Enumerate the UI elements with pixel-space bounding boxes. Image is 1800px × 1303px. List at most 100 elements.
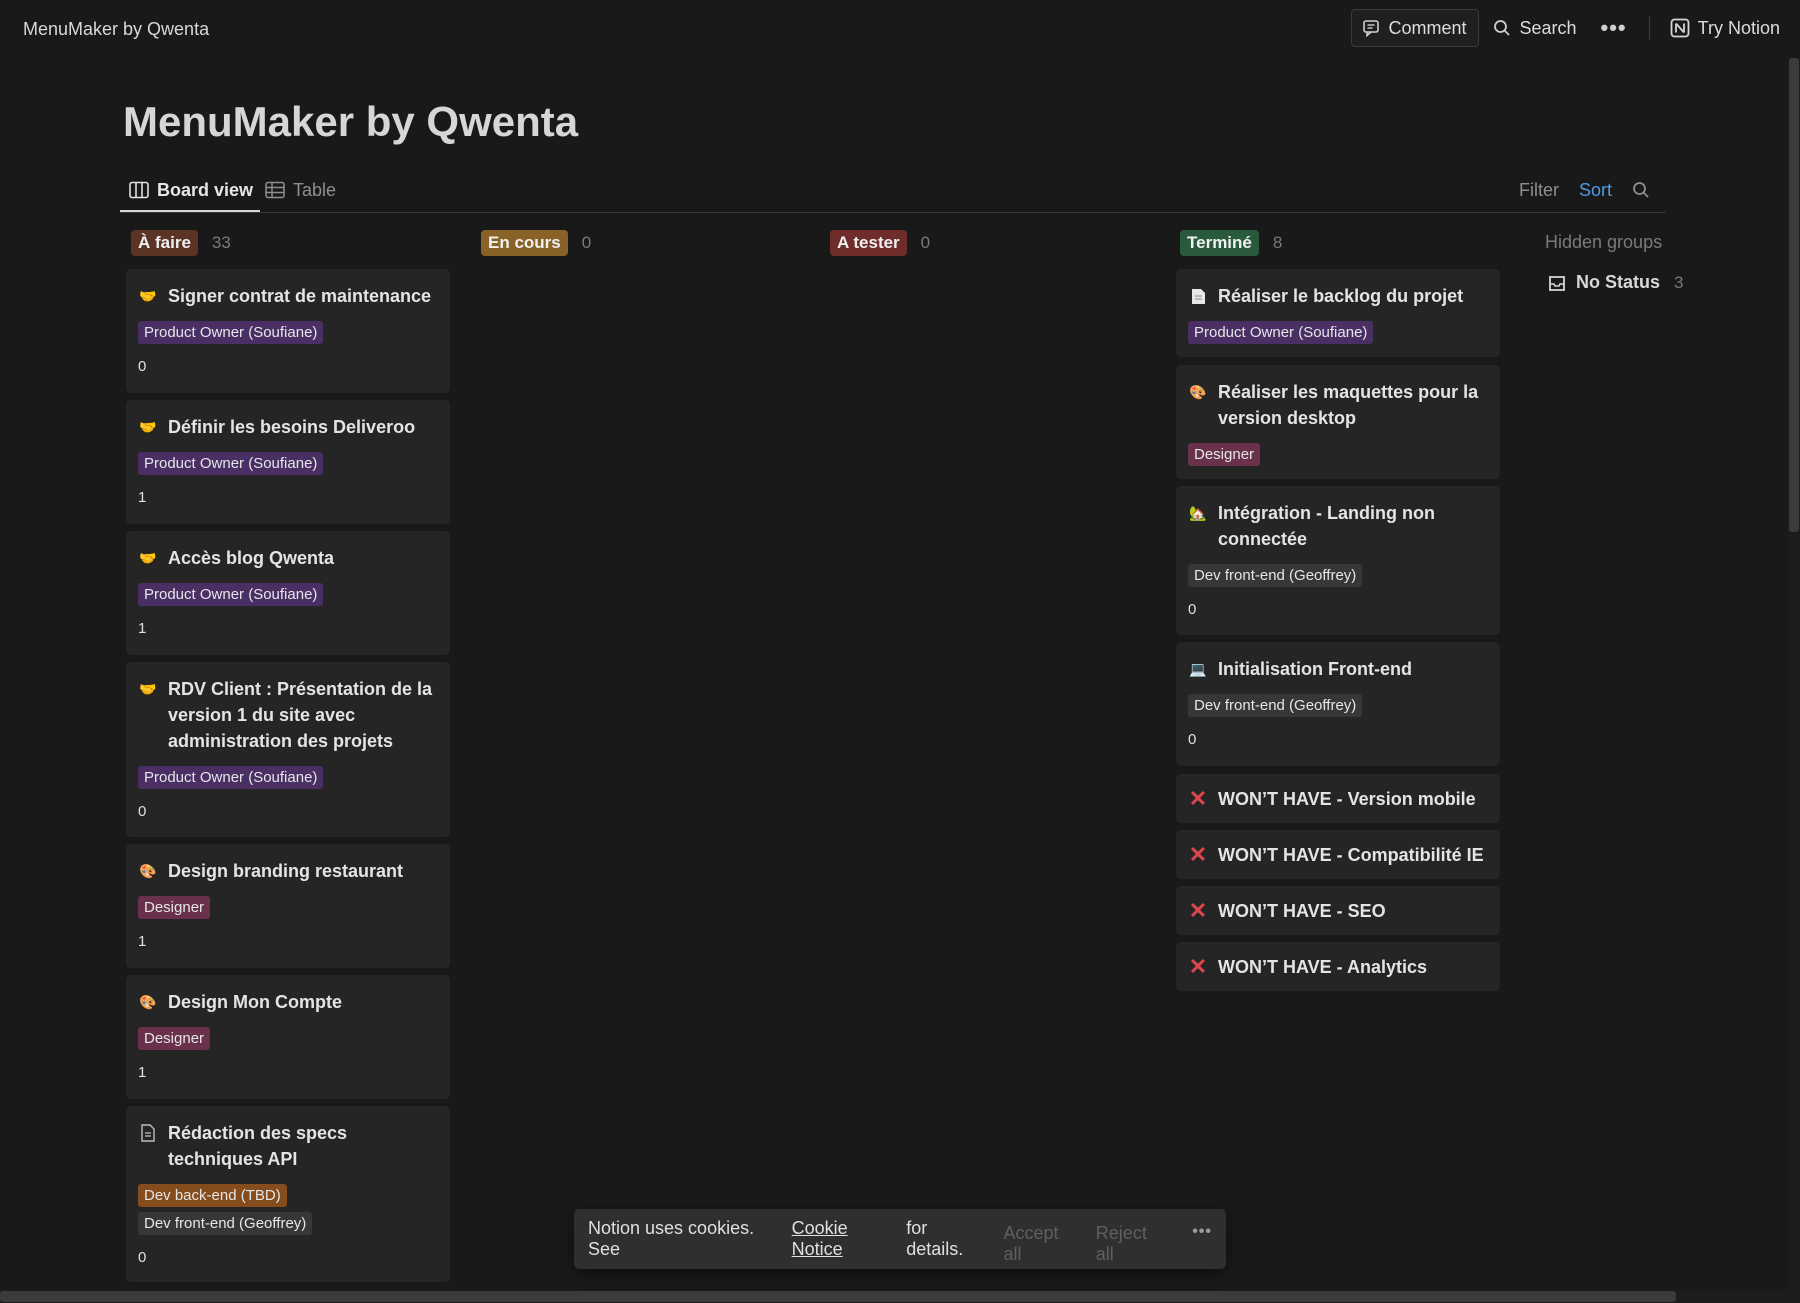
board-card[interactable]: 🎨 Réaliser les maquettes pour la version … bbox=[1176, 365, 1500, 479]
sort-button[interactable]: Sort bbox=[1579, 180, 1612, 201]
tab-table[interactable]: Table bbox=[265, 170, 336, 210]
column-count: 0 bbox=[920, 233, 931, 252]
board-card[interactable]: Rédaction des specs techniques API Dev b… bbox=[126, 1106, 450, 1282]
board-card[interactable]: 🎨 Design Mon Compte Designer 1 bbox=[126, 975, 450, 1099]
card-value: 1 bbox=[138, 933, 147, 950]
palette-icon: 🎨 bbox=[139, 994, 157, 1010]
table-icon bbox=[265, 181, 285, 199]
card-title: Réaliser le backlog du projet bbox=[1218, 286, 1464, 306]
assignee-tag: Designer bbox=[1188, 443, 1261, 466]
document-icon bbox=[138, 1120, 158, 1146]
board-card[interactable]: 🤝 Accès blog Qwenta Product Owner (Soufia… bbox=[126, 531, 450, 655]
status-badge: A tester bbox=[830, 230, 907, 256]
card-title: RDV Client : Présentation de la version … bbox=[168, 679, 433, 751]
search-icon bbox=[1494, 20, 1511, 36]
breadcrumb[interactable]: MenuMaker by Qwenta bbox=[23, 19, 209, 40]
assignee-tag: Product Owner (Soufiane) bbox=[138, 583, 324, 606]
card-value: 1 bbox=[138, 489, 147, 506]
page-title: MenuMaker by Qwenta bbox=[123, 98, 579, 145]
card-value: 0 bbox=[1188, 731, 1197, 748]
more-options-button[interactable]: ••• bbox=[1591, 15, 1637, 41]
board-card[interactable]: 🏡 Intégration - Landing non connectée Dev… bbox=[1176, 486, 1500, 635]
accept-all-button[interactable]: Accept all bbox=[1003, 1213, 1079, 1265]
board-card[interactable]: 🤝 RDV Client : Présentation de la version… bbox=[126, 662, 450, 837]
board-card[interactable]: 🤝 Signer contrat de maintenance Product O… bbox=[126, 269, 450, 393]
handshake-icon: 🤝 bbox=[139, 419, 157, 435]
assignee-tag: Product Owner (Soufiane) bbox=[1188, 321, 1374, 344]
status-badge: Terminé bbox=[1180, 230, 1259, 256]
assignee-tag: Designer bbox=[138, 1027, 211, 1050]
view-tabs-bar: Board view Table Filter Sort bbox=[120, 170, 1666, 213]
card-title: Rédaction des specs techniques API bbox=[168, 1123, 348, 1169]
assignee-tag: Dev front-end (Geoffrey) bbox=[1188, 564, 1363, 587]
column-count: 0 bbox=[581, 233, 592, 252]
card-title: Accès blog Qwenta bbox=[168, 548, 335, 568]
card-title: Signer contrat de maintenance bbox=[168, 286, 432, 306]
board-card[interactable]: Réaliser le backlog du projet Product Ow… bbox=[1176, 269, 1500, 357]
card-title: Design Mon Compte bbox=[168, 992, 342, 1012]
board-card[interactable]: ✕ WON’T HAVE - Version mobile bbox=[1176, 774, 1500, 823]
assignee-tag: Product Owner (Soufiane) bbox=[138, 452, 324, 475]
card-value: 0 bbox=[1188, 601, 1197, 618]
search-label: Search bbox=[1519, 17, 1577, 38]
horizontal-scrollbar-thumb[interactable] bbox=[0, 1291, 1676, 1302]
board-card[interactable]: 🤝 Définir les besoins Deliveroo Product O… bbox=[126, 400, 450, 524]
column-header-en-cours[interactable]: En cours 0 bbox=[481, 229, 591, 257]
card-value: 0 bbox=[138, 1249, 147, 1266]
view-actions: Filter Sort bbox=[1519, 170, 1650, 210]
assignee-tag: Dev back-end (TBD) bbox=[138, 1184, 287, 1207]
board-card[interactable]: ✕ WON’T HAVE - Compatibilité IE bbox=[1176, 830, 1500, 879]
try-notion-button[interactable]: Try Notion bbox=[1662, 9, 1788, 47]
assignee-tag: Dev front-end (Geoffrey) bbox=[138, 1212, 313, 1235]
card-title: Initialisation Front-end bbox=[1218, 659, 1412, 679]
column-count: 33 bbox=[211, 233, 231, 252]
vertical-scrollbar-thumb[interactable] bbox=[1789, 58, 1799, 532]
cookie-banner: Notion uses cookies. See Cookie Notice f… bbox=[574, 1209, 1226, 1269]
cross-icon: ✕ bbox=[1188, 898, 1208, 923]
reject-all-button[interactable]: Reject all bbox=[1096, 1213, 1168, 1265]
card-title: WON’T HAVE - Version mobile bbox=[1218, 789, 1476, 809]
tab-board-label: Board view bbox=[157, 179, 254, 200]
board-card[interactable]: 💻 Initialisation Front-end Dev front-end … bbox=[1176, 642, 1500, 766]
comment-button[interactable]: Comment bbox=[1351, 9, 1480, 47]
column-header-termine[interactable]: Terminé 8 bbox=[1180, 229, 1282, 257]
cookie-notice-link[interactable]: Cookie Notice bbox=[792, 1218, 902, 1260]
column-header-a-tester[interactable]: A tester 0 bbox=[830, 229, 930, 257]
no-status-count: 3 bbox=[1674, 272, 1684, 292]
divider bbox=[1648, 16, 1650, 40]
board-card[interactable]: ✕ WON’T HAVE - Analytics bbox=[1176, 942, 1500, 991]
board-card[interactable]: ✕ WON’T HAVE - SEO bbox=[1176, 886, 1500, 935]
cookie-text: Notion uses cookies. See bbox=[588, 1218, 755, 1259]
board-card[interactable]: 🎨 Design branding restaurant Designer 1 bbox=[126, 844, 450, 968]
search-icon[interactable] bbox=[1632, 181, 1650, 199]
cookie-text-after: for details. bbox=[906, 1218, 964, 1259]
column-count: 8 bbox=[1272, 233, 1283, 252]
active-tab-indicator bbox=[120, 210, 260, 212]
card-title: Design branding restaurant bbox=[168, 861, 404, 881]
top-bar: MenuMaker by Qwenta Comment Search ••• T… bbox=[0, 0, 1800, 58]
inbox-icon bbox=[1549, 275, 1565, 291]
column-header-a-faire[interactable]: À faire 33 bbox=[131, 229, 231, 257]
card-title: Définir les besoins Deliveroo bbox=[168, 417, 416, 437]
assignee-tag: Product Owner (Soufiane) bbox=[138, 766, 324, 789]
card-title: WON’T HAVE - SEO bbox=[1218, 901, 1386, 921]
card-title: Intégration - Landing non connectée bbox=[1218, 503, 1435, 549]
try-notion-label: Try Notion bbox=[1697, 17, 1780, 38]
tab-board-view[interactable]: Board view bbox=[129, 170, 253, 210]
hidden-groups-label: Hidden groups bbox=[1545, 232, 1663, 252]
card-value: 0 bbox=[138, 358, 147, 375]
comment-label: Comment bbox=[1388, 17, 1467, 38]
no-status-group[interactable]: No Status 3 bbox=[1548, 272, 1683, 293]
cookie-more-button[interactable]: ••• bbox=[1192, 1223, 1212, 1241]
handshake-icon: 🤝 bbox=[139, 288, 157, 304]
no-status-label: No Status bbox=[1576, 272, 1661, 292]
card-title: Réaliser les maquettes pour la version d… bbox=[1218, 382, 1479, 428]
page-icon bbox=[1188, 283, 1208, 309]
board-icon bbox=[129, 181, 149, 199]
tab-table-label: Table bbox=[293, 179, 337, 200]
filter-button[interactable]: Filter bbox=[1519, 180, 1559, 201]
search-button[interactable]: Search bbox=[1485, 9, 1584, 47]
assignee-tag: Dev front-end (Geoffrey) bbox=[1188, 694, 1363, 717]
laptop-icon: 💻 bbox=[1189, 661, 1207, 677]
card-value: 1 bbox=[138, 1064, 147, 1081]
